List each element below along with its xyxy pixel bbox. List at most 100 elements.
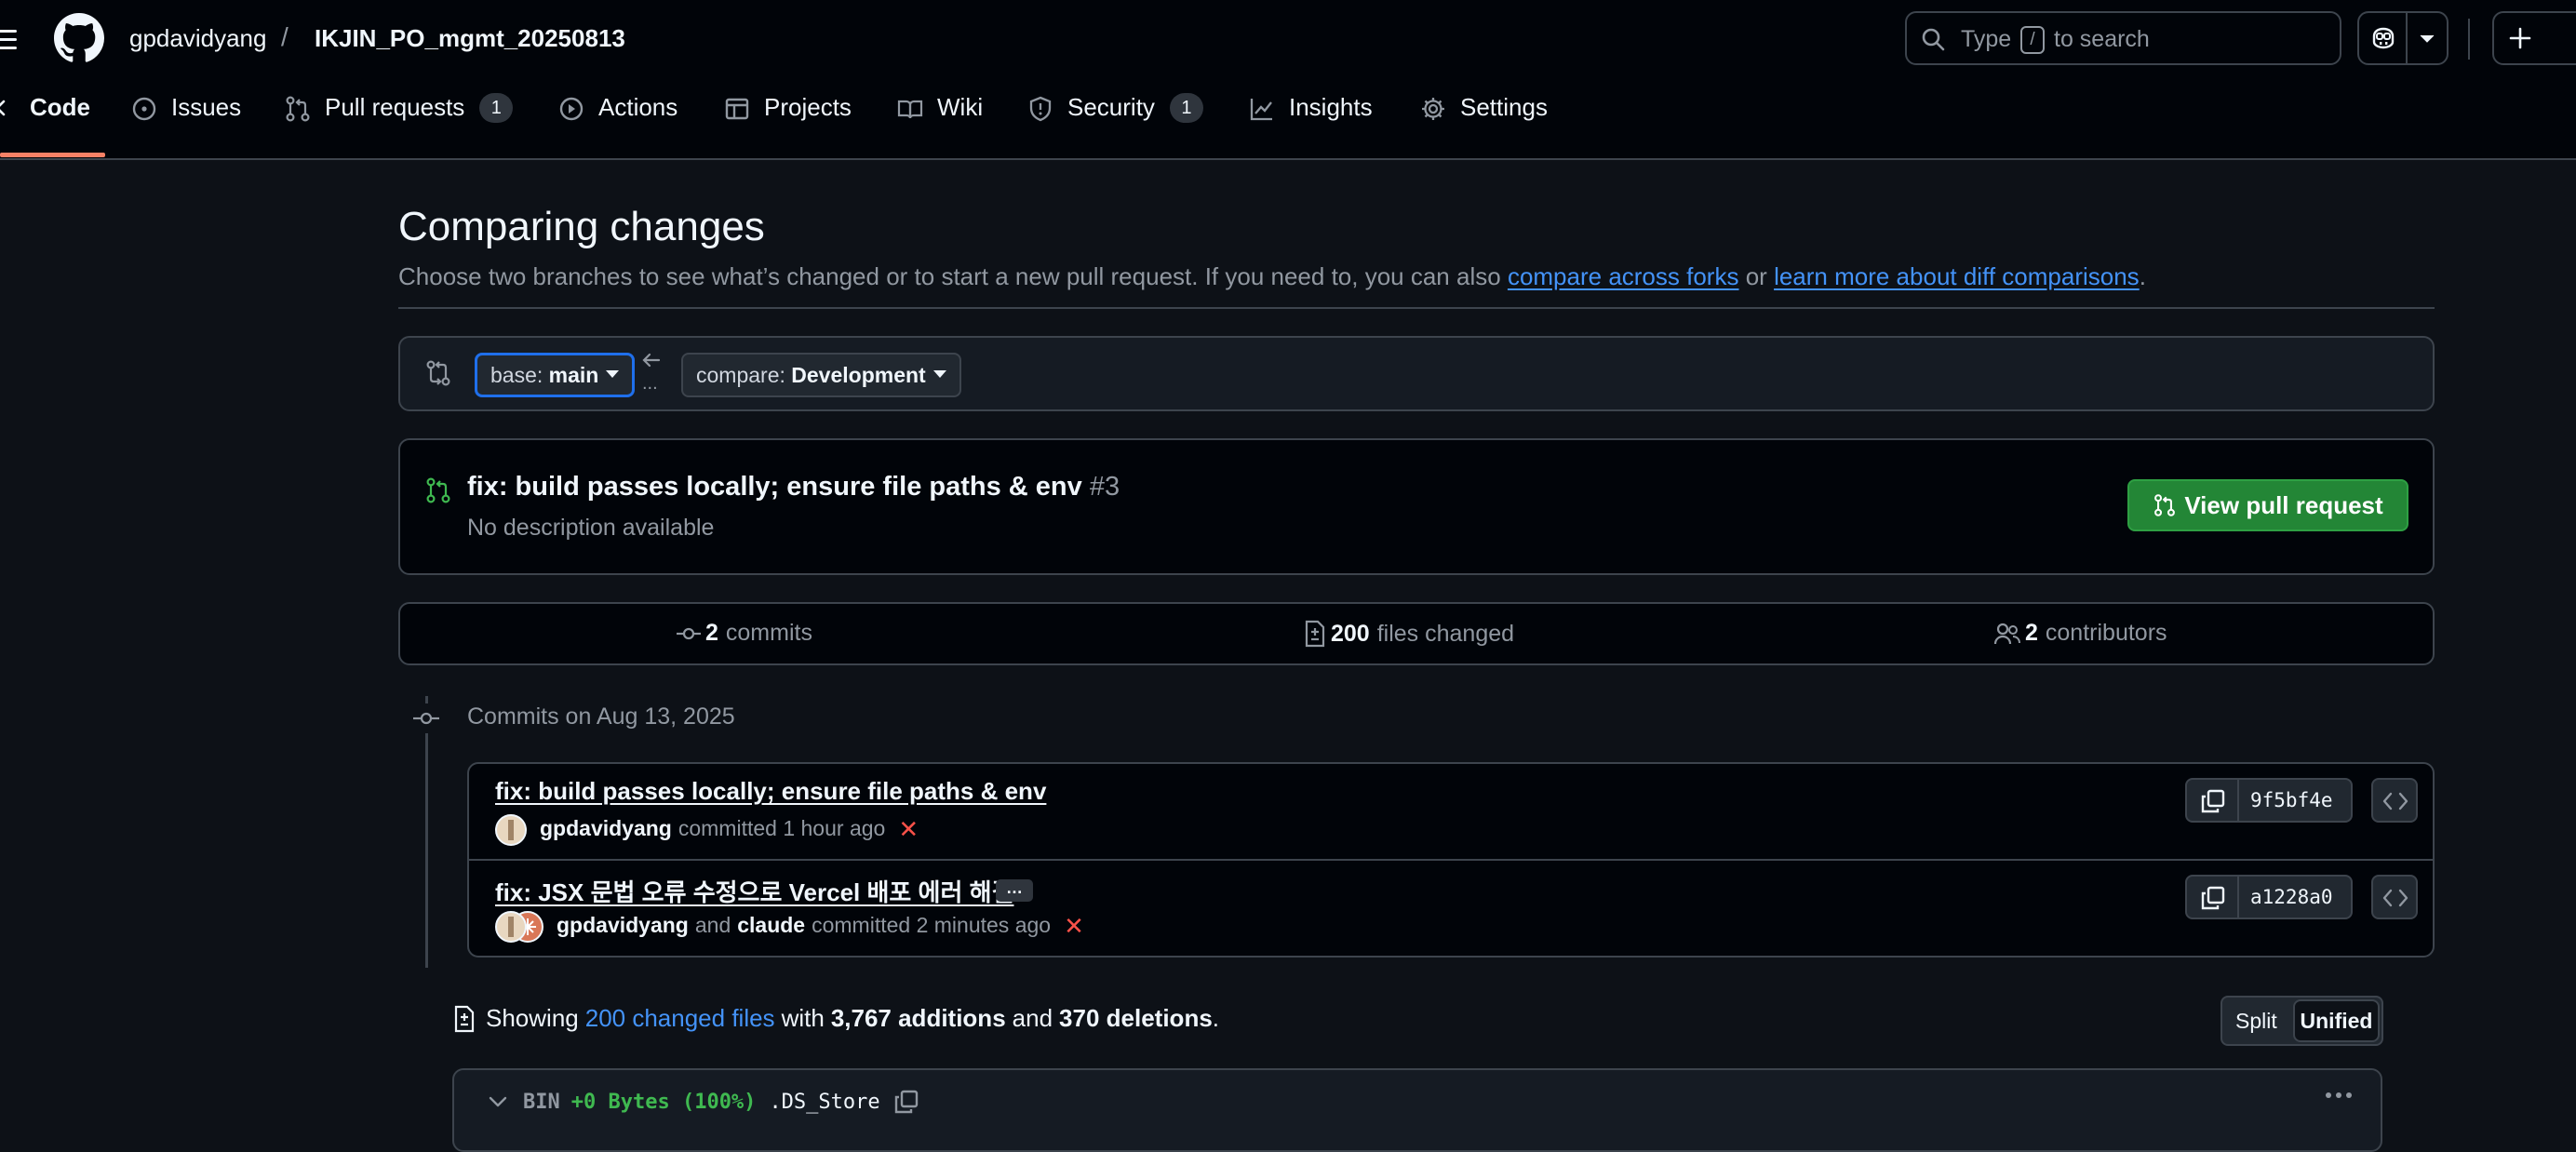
chevron-down-icon[interactable] <box>488 1094 508 1109</box>
commit-sha-group: a1228a0 <box>2185 875 2353 919</box>
commits-label: commits <box>725 620 812 646</box>
view-pull-request-button[interactable]: View pull request <box>2127 479 2408 531</box>
commit-author-link[interactable]: gpdavidyang <box>557 913 689 938</box>
tab-actions[interactable]: Actions <box>557 93 678 149</box>
repo-owner-link[interactable]: gpdavidyang <box>129 24 266 53</box>
commit-meta: gpdavidyang committed 1 hour ago ✕ <box>540 816 919 841</box>
subtitle-text: Choose two branches to see what’s change… <box>398 262 1501 290</box>
pr-title-text[interactable]: fix: build passes locally; ensure file p… <box>467 472 1082 502</box>
pr-description: No description available <box>467 515 715 541</box>
hamburger-menu-icon[interactable] <box>0 20 24 58</box>
page-title: Comparing changes <box>398 204 765 249</box>
tab-insights[interactable]: Insights <box>1248 93 1373 149</box>
timeline-line <box>425 696 428 968</box>
copilot-icon <box>2368 23 2398 53</box>
files-changed-count: 200 <box>1331 620 1370 647</box>
git-compare-icon <box>424 358 452 388</box>
commit-icon <box>411 703 441 733</box>
coauthor-joiner: and <box>694 913 731 937</box>
tab-wiki[interactable]: Wiki <box>896 93 983 149</box>
commit-coauthor-link[interactable]: claude <box>737 913 805 938</box>
issue-icon <box>132 97 156 121</box>
tab-projects[interactable]: Projects <box>723 93 852 149</box>
commit-sha-link[interactable]: a1228a0 <box>2250 886 2333 908</box>
tab-issues-label: Issues <box>171 93 242 121</box>
copy-icon <box>2200 788 2226 814</box>
unified-view-button[interactable]: Unified <box>2293 999 2380 1042</box>
pull-request-open-icon <box>424 476 452 505</box>
commits-count: 2 <box>705 620 718 646</box>
tab-security[interactable]: Security 1 <box>1026 93 1203 149</box>
play-icon <box>559 97 584 121</box>
search-input[interactable]: Type / to search <box>1905 11 2341 65</box>
copilot-button[interactable] <box>2357 11 2449 65</box>
chevron-down-icon[interactable] <box>2419 34 2435 44</box>
shield-icon <box>1029 96 1052 122</box>
tab-insights-label: Insights <box>1289 93 1373 121</box>
file-name-link[interactable]: .DS_Store <box>769 1091 879 1114</box>
graph-icon <box>1250 99 1272 121</box>
commit-title-link[interactable]: fix: build passes locally; ensure file p… <box>495 777 1046 806</box>
create-new-button[interactable] <box>2492 11 2576 65</box>
learn-more-diff-link[interactable]: learn more about diff comparisons <box>1774 262 2140 290</box>
pr-title[interactable]: fix: build passes locally; ensure file p… <box>467 472 1120 502</box>
app-header: gpdavidyang / IKJIN_PO_mgmt_20250813 Typ… <box>0 0 2576 160</box>
commits-stat[interactable]: 2 commits <box>676 620 812 647</box>
changed-files-link[interactable]: 200 changed files <box>585 1004 775 1033</box>
book-icon <box>897 100 923 119</box>
copy-icon[interactable] <box>893 1089 919 1115</box>
commit-sha-link[interactable]: 9f5bf4e <box>2250 789 2333 811</box>
diff-summary: Showing 200 changed files with 3,767 add… <box>452 1004 1219 1033</box>
copy-sha-button[interactable] <box>2187 877 2239 918</box>
base-prefix: base: <box>490 363 543 387</box>
breadcrumb-separator: / <box>281 22 288 51</box>
base-branch-select[interactable]: base: main <box>475 353 636 397</box>
code-icon <box>0 100 6 116</box>
avatar[interactable] <box>495 814 527 846</box>
tab-code[interactable]: Code <box>0 93 90 149</box>
compare-branch-select[interactable]: compare: Development <box>681 353 961 397</box>
divider <box>398 307 2435 309</box>
x-icon[interactable]: ✕ <box>898 817 919 841</box>
browse-code-button[interactable] <box>2371 875 2418 919</box>
split-view-button[interactable]: Split <box>2235 1009 2277 1034</box>
pr-number: #3 <box>1089 472 1120 502</box>
tab-issues[interactable]: Issues <box>130 93 241 149</box>
commit-author-link[interactable]: gpdavidyang <box>540 816 672 841</box>
repo-name-link[interactable]: IKJIN_PO_mgmt_20250813 <box>315 24 625 53</box>
header-divider <box>2468 19 2470 60</box>
kebab-menu-icon[interactable] <box>2325 1091 2353 1100</box>
people-icon <box>1993 623 2020 644</box>
browse-code-button[interactable] <box>2371 778 2418 823</box>
copy-sha-button[interactable] <box>2187 780 2239 821</box>
summary-period: . <box>1212 1004 1220 1032</box>
x-icon[interactable]: ✕ <box>1064 914 1084 938</box>
code-icon <box>2382 888 2408 908</box>
commits-date-header: Commits on Aug 13, 2025 <box>467 703 735 730</box>
expand-commit-message-button[interactable]: … <box>996 879 1033 902</box>
arrow-left-icon <box>640 351 663 369</box>
and-text: and <box>1012 1004 1053 1032</box>
range-dots: ... <box>642 373 658 394</box>
comparison-stats: 2 commits 200 files changed 2 contributo… <box>398 602 2435 665</box>
github-logo-icon[interactable] <box>54 13 104 63</box>
commit-title-link[interactable]: fix: JSX 문법 오류 수정으로 Vercel 배포 에러 해결 <box>495 874 1013 908</box>
file-size-change: +0 Bytes (100%) <box>570 1090 757 1114</box>
pull-requests-counter: 1 <box>479 93 514 123</box>
file-header-row: BIN +0 Bytes (100%) .DS_Store <box>488 1089 919 1115</box>
tab-settings-label: Settings <box>1460 93 1548 121</box>
tab-settings[interactable]: Settings <box>1419 93 1548 149</box>
subtitle-or: or <box>1745 262 1767 290</box>
tab-pull-requests-label: Pull requests <box>325 93 465 121</box>
compare-across-forks-link[interactable]: compare across forks <box>1508 262 1739 290</box>
file-type-badge: BIN <box>523 1090 560 1114</box>
files-changed-stat[interactable]: 200 files changed <box>1303 620 1514 648</box>
tab-pull-requests[interactable]: Pull requests 1 <box>284 93 514 149</box>
caret-down-icon <box>932 369 946 378</box>
avatar[interactable] <box>495 911 527 943</box>
tab-actions-label: Actions <box>598 93 678 121</box>
file-diff-header: BIN +0 Bytes (100%) .DS_Store <box>452 1068 2382 1152</box>
contributors-stat[interactable]: 2 contributors <box>1993 620 2167 647</box>
pull-request-icon <box>2154 494 2176 516</box>
commit-sha-group: 9f5bf4e <box>2185 778 2353 823</box>
